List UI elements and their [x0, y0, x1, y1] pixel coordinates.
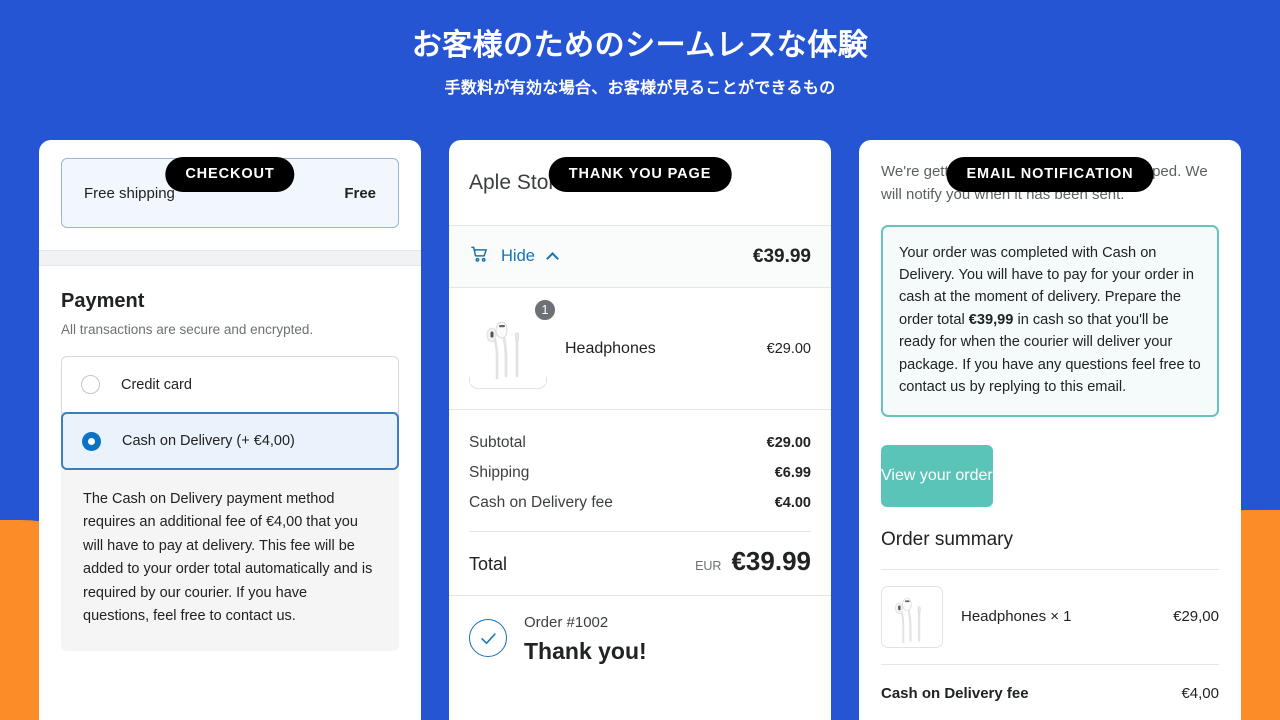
total-row-cod-fee: Cash on Delivery fee €4.00 [469, 488, 811, 518]
total-value: €6.99 [774, 465, 811, 481]
payment-option-cash-on-delivery[interactable]: Cash on Delivery (+ €4,00) [61, 412, 399, 470]
thank-you-card: THANK YOU PAGE Aple Store Hide €39.99 1 … [449, 140, 831, 720]
check-circle-icon [469, 619, 507, 657]
total-row-subtotal: Subtotal €29.00 [469, 428, 811, 458]
product-thumbnail-wrap: 1 [469, 298, 557, 389]
cart-line-item: 1 Headphones €29.00 [449, 288, 831, 410]
line-item-price: €29.00 [766, 340, 811, 357]
summary-row-product: Headphones × 1 €29,00 [881, 570, 1219, 665]
headphones-thumbnail [469, 308, 547, 389]
payment-title: Payment [61, 290, 145, 312]
quantity-badge: 1 [533, 298, 557, 322]
page-header: お客様のためのシームレスな体験 手数料が有効な場合、お客様が見ることができるもの [0, 0, 1280, 98]
order-totals: Subtotal €29.00 Shipping €6.99 Cash on D… [449, 410, 831, 595]
cart-summary-bar[interactable]: Hide €39.99 [449, 226, 831, 288]
cart-icon [469, 244, 490, 269]
currency-code: EUR [695, 559, 722, 573]
callout-amount: €39,99 [968, 311, 1014, 328]
page-title: お客様のためのシームレスな体験 [411, 29, 869, 62]
payment-option-label: Cash on Delivery (+ €4,00) [122, 433, 295, 449]
cash-on-delivery-note: The Cash on Delivery payment method requ… [61, 470, 399, 651]
checkout-badge: CHECKOUT [165, 157, 295, 192]
total-row-shipping: Shipping €6.99 [469, 458, 811, 488]
summary-item-name: Cash on Delivery fee [881, 684, 1029, 702]
cod-callout-box: Your order was completed with Cash on De… [881, 224, 1219, 417]
checkout-card: CHECKOUT Free shipping Free Payment All … [39, 140, 421, 720]
email-badge: EMAIL NOTIFICATION [946, 157, 1154, 192]
radio-checked-icon [82, 431, 101, 451]
thank-you-badge: THANK YOU PAGE [548, 157, 732, 192]
payment-subtitle: All transactions are secure and encrypte… [61, 322, 314, 337]
view-your-order-button[interactable]: View your order [881, 444, 993, 507]
free-shipping-price: Free [344, 184, 376, 202]
summary-item-value: €4,00 [1181, 684, 1219, 702]
total-label: Subtotal [469, 434, 526, 451]
order-summary-title: Order summary [881, 528, 1013, 550]
grand-total-value: €39.99 [731, 546, 811, 576]
hide-cart-link[interactable]: Hide [501, 247, 535, 266]
summary-item-value: €29,00 [1173, 608, 1219, 626]
payment-option-label: Credit card [121, 376, 192, 393]
line-item-name: Headphones [565, 339, 656, 357]
headphones-thumbnail [881, 585, 943, 648]
order-confirmation: Order #1002 Thank you! [449, 595, 831, 665]
payment-method-group: Credit card Cash on Delivery (+ €4,00) [61, 356, 399, 470]
radio-unchecked-icon [81, 375, 100, 394]
email-notification-card: EMAIL NOTIFICATION We're getting your or… [859, 140, 1241, 720]
grand-total-row: Total EUR €39.99 [469, 538, 811, 591]
summary-row-cod-fee: Cash on Delivery fee €4,00 [881, 665, 1219, 720]
free-shipping-label: Free shipping [84, 184, 175, 202]
order-number: Order #1002 [524, 614, 609, 631]
total-label: Cash on Delivery fee [469, 494, 613, 511]
totals-separator [469, 531, 811, 532]
chevron-up-icon[interactable] [546, 252, 559, 265]
page-subtitle: 手数料が有効な場合、お客様が見ることができるもの [444, 80, 836, 97]
payment-section: Payment All transactions are secure and … [39, 266, 421, 470]
thank-you-heading: Thank you! [524, 638, 647, 664]
summary-item-name: Headphones × 1 [961, 608, 1072, 626]
total-label: Shipping [469, 464, 530, 481]
payment-option-credit-card[interactable]: Credit card [62, 357, 398, 413]
cards-row: CHECKOUT Free shipping Free Payment All … [0, 140, 1280, 720]
grand-total-label: Total [469, 554, 508, 574]
section-divider [39, 250, 421, 266]
total-value: €29.00 [766, 435, 811, 451]
total-value: €4.00 [774, 495, 811, 511]
cart-total-amount: €39.99 [752, 245, 811, 267]
